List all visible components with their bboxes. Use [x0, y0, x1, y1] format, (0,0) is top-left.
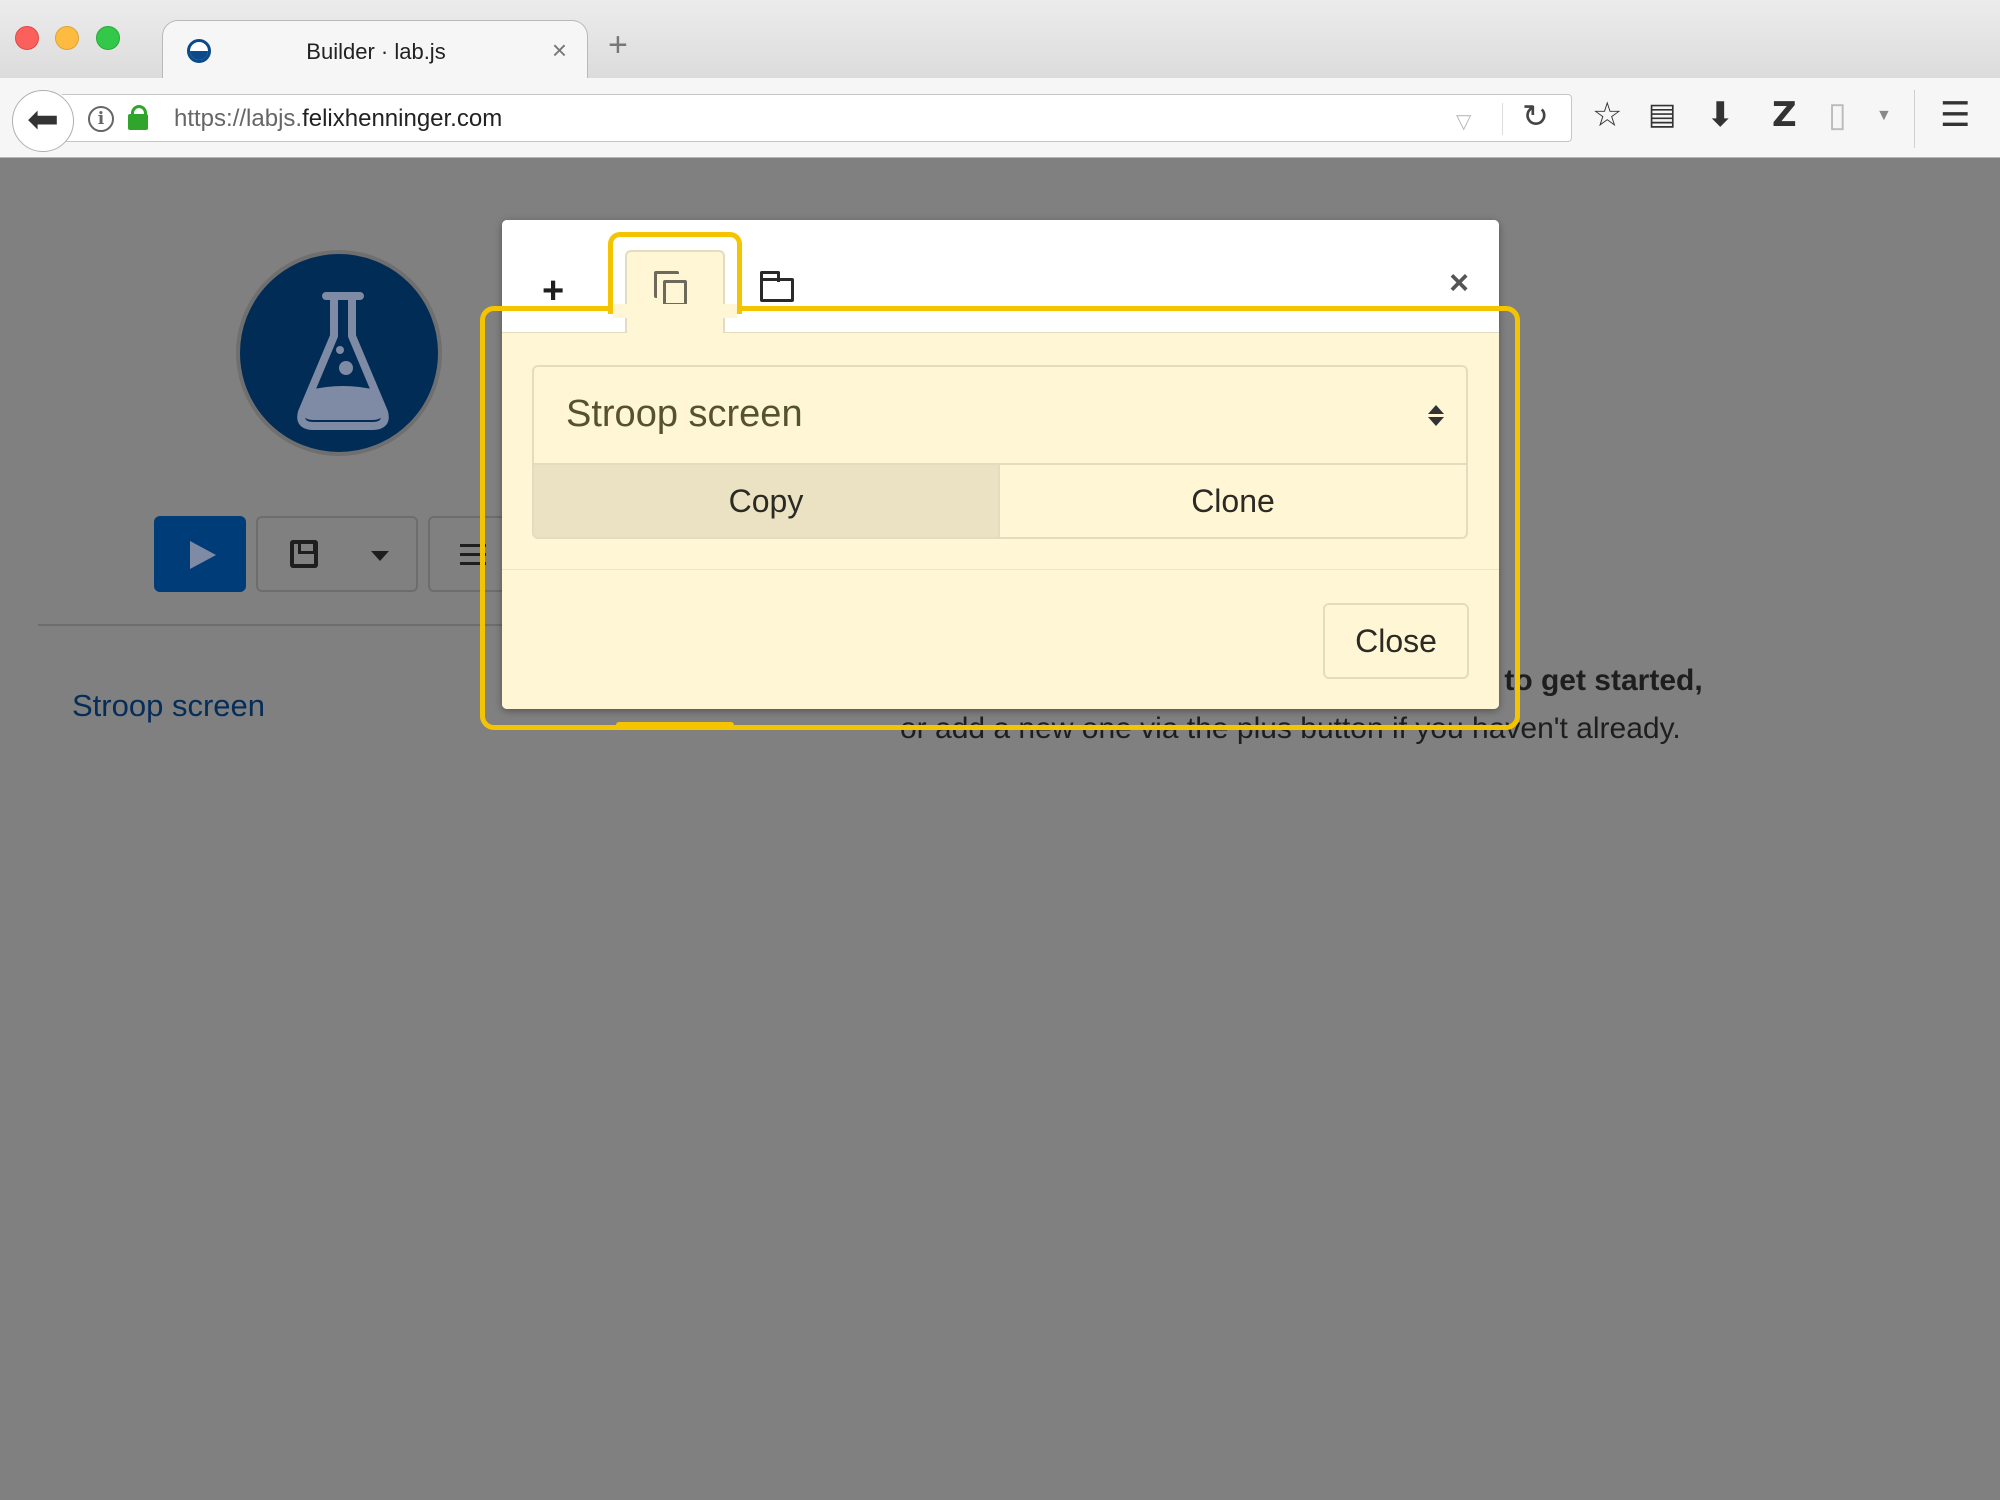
reload-icon[interactable]: ↻	[1522, 97, 1549, 135]
component-select[interactable]: Stroop screen	[532, 365, 1468, 465]
url-domain: felixhenninger.com	[302, 105, 503, 132]
clone-button[interactable]: Clone	[998, 463, 1468, 539]
browser-tab-title: Builder · lab.js	[306, 39, 446, 64]
url-separator	[1502, 103, 1503, 135]
browser-tabstrip: Builder · lab.js × +	[0, 0, 2000, 80]
save-icon	[290, 540, 318, 568]
url-prefix: https://labjs.	[174, 105, 303, 132]
tab-close-icon[interactable]: ×	[552, 35, 567, 66]
plus-icon: +	[542, 270, 565, 312]
url-bar[interactable]: i https://labjs.felixhenninger.com ▽ ↻	[62, 94, 1572, 142]
browser-tab-active[interactable]: Builder · lab.js ×	[162, 20, 588, 80]
main-text-line2: or add a new one via the plus button if …	[900, 712, 1681, 745]
copy-icon	[654, 271, 687, 306]
browser-navbar: i https://labjs.felixhenninger.com ▽ ↻ ⬅…	[0, 78, 2000, 158]
modal-close-icon[interactable]: ×	[1449, 264, 1469, 303]
zotero-icon[interactable]: Z	[1772, 98, 1797, 132]
sidebar-divider	[38, 624, 508, 626]
back-button[interactable]: ⬅	[12, 90, 74, 152]
info-icon[interactable]: i	[88, 106, 114, 132]
url-history-dropdown-icon[interactable]: ▽	[1456, 109, 1471, 134]
highlight-bottom-stub	[616, 722, 734, 728]
main-text-line1: t to get started,	[1486, 664, 1703, 697]
copy-button[interactable]: Copy	[532, 463, 1000, 539]
lock-icon[interactable]	[128, 105, 148, 130]
add-component-modal: + × Stroop screen Copy Clone Close	[502, 220, 1499, 709]
menu-icon[interactable]: ☰	[1940, 98, 1970, 132]
component-select-value: Stroop screen	[566, 393, 803, 435]
labjs-logo	[236, 250, 442, 456]
flask-icon	[297, 292, 389, 430]
url-text[interactable]: https://labjs.felixhenninger.com	[174, 105, 502, 133]
save-dropdown-button[interactable]	[348, 516, 418, 592]
download-icon[interactable]: ⬇	[1706, 98, 1735, 132]
window-zoom-button[interactable]	[96, 26, 120, 50]
tab-add-new[interactable]: +	[542, 256, 622, 334]
run-button[interactable]	[154, 516, 246, 592]
reading-list-icon[interactable]: ▤	[1648, 100, 1676, 130]
page-icon[interactable]: ▯	[1828, 98, 1847, 132]
new-tab-button[interactable]: +	[608, 28, 628, 62]
modal-body: Stroop screen Copy Clone Close	[502, 333, 1499, 709]
toolbar-separator	[1914, 90, 1915, 148]
star-icon[interactable]: ☆	[1592, 98, 1622, 132]
tab-open-file[interactable]	[734, 256, 814, 334]
close-button[interactable]: Close	[1323, 603, 1469, 679]
folder-open-icon	[760, 271, 794, 302]
highlight-tab-join	[613, 304, 737, 318]
tab-duplicate[interactable]	[625, 250, 725, 334]
select-arrows-icon	[1428, 405, 1444, 426]
page-dropdown-icon[interactable]: ▼	[1876, 108, 1892, 124]
sliders-icon	[460, 544, 486, 571]
back-arrow-icon: ⬅	[27, 99, 59, 141]
window-close-button[interactable]	[15, 26, 39, 50]
sidebar-item-stroop-screen[interactable]: Stroop screen	[72, 688, 265, 724]
modal-footer-divider	[502, 569, 1499, 570]
save-button[interactable]	[256, 516, 350, 592]
window-minimize-button[interactable]	[55, 26, 79, 50]
